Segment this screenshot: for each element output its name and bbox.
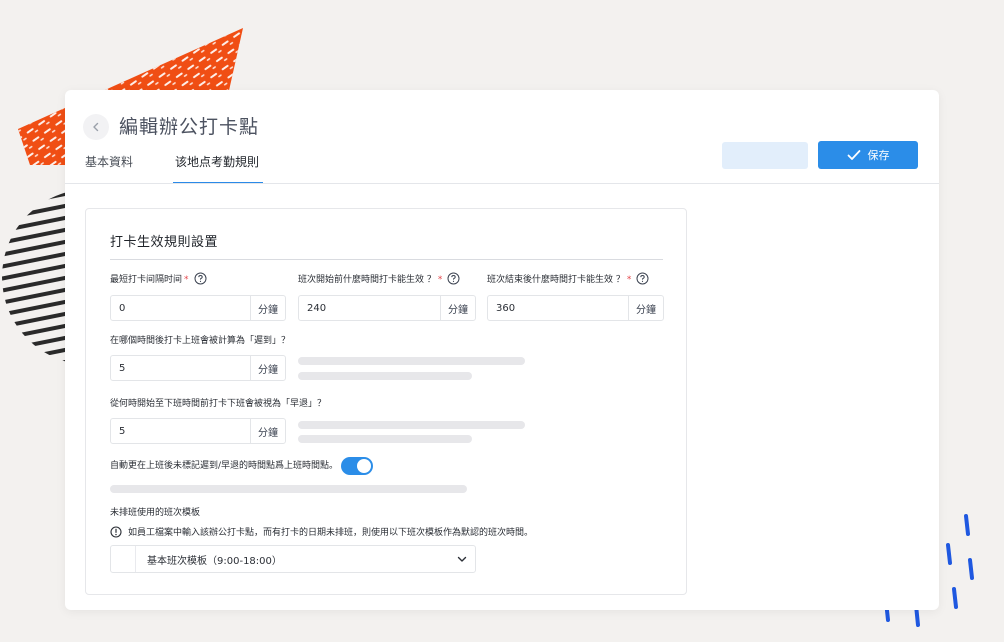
minutes-unit: 分鐘 xyxy=(440,296,475,320)
auto-update-label: 自動更在上班後未標記遲到/早退的時間點爲上班時間點。 xyxy=(110,461,339,471)
secondary-action-button[interactable] xyxy=(722,142,808,169)
minutes-unit: 分鐘 xyxy=(250,356,285,380)
late-after-field: 分鐘 xyxy=(110,355,286,381)
auto-update-toggle[interactable] xyxy=(341,457,373,475)
tab-basic-info[interactable]: 基本資料 xyxy=(85,154,133,182)
loading-placeholder xyxy=(298,421,525,429)
minutes-unit: 分鐘 xyxy=(628,296,663,320)
after-shift-label-text: 班次結束後什麼時間打卡能生效 ？ xyxy=(487,275,625,285)
loading-placeholder xyxy=(298,372,472,380)
required-mark: * xyxy=(184,275,189,285)
after-shift-input[interactable] xyxy=(488,296,628,320)
page-title: 編輯辦公打卡點 xyxy=(119,116,260,138)
help-icon[interactable] xyxy=(447,272,460,285)
tab-attendance-rules[interactable]: 该地点考勤規則 xyxy=(173,154,264,184)
before-shift-input[interactable] xyxy=(299,296,440,320)
header-divider xyxy=(65,183,939,184)
early-leave-input[interactable] xyxy=(111,419,250,443)
min-interval-label-text: 最短打卡间隔时间 xyxy=(110,275,183,285)
edit-checkin-card: 編輯辦公打卡點 基本資料 该地点考勤規則 保存 打卡生效規則設置 最短打卡间隔时… xyxy=(65,90,939,610)
before-shift-label: 班次開始前什麼時間打卡能生效 ？ * xyxy=(298,272,460,286)
template-heading: 未排班使用的班次模板 xyxy=(110,508,201,518)
loading-placeholder xyxy=(298,435,472,443)
after-shift-label: 班次結束後什麼時間打卡能生效 ？ * xyxy=(487,272,649,286)
info-icon xyxy=(110,525,122,538)
before-shift-field: 分鐘 xyxy=(298,295,476,321)
help-icon[interactable] xyxy=(636,272,649,285)
chevron-down-icon xyxy=(449,556,475,563)
checkin-rules-panel: 打卡生效規則設置 最短打卡间隔时间* 分鐘 班次開始前什麼時間打卡能生效 ？* … xyxy=(85,208,687,595)
shift-template-select[interactable]: 基本班次模板（9:00-18:00） xyxy=(110,545,476,573)
chevron-left-icon xyxy=(93,122,99,132)
minutes-unit: 分鐘 xyxy=(250,296,285,320)
save-button-label: 保存 xyxy=(867,149,890,162)
minutes-unit: 分鐘 xyxy=(250,419,285,443)
min-interval-label: 最短打卡间隔时间 * xyxy=(110,272,207,286)
save-button[interactable]: 保存 xyxy=(818,141,918,169)
late-after-input[interactable] xyxy=(111,356,250,380)
check-icon xyxy=(847,150,860,160)
back-button[interactable] xyxy=(83,114,109,140)
late-after-label: 在哪個時間後打卡上班會被計算為「遲到」？ xyxy=(110,336,291,346)
select-prefix xyxy=(111,546,136,572)
required-mark: * xyxy=(626,275,632,285)
early-leave-label: 從何時開始至下班時間前打卡下班會被視為「早退」？ xyxy=(110,399,327,409)
shift-template-value: 基本班次模板（9:00-18:00） xyxy=(147,555,282,567)
min-interval-field: 分鐘 xyxy=(110,295,286,321)
template-info: 如員工檔案中輸入該辦公打卡點，而有打卡的日期未排班，則使用以下班次模板作為默認的… xyxy=(110,525,533,538)
loading-placeholder xyxy=(298,357,525,365)
early-leave-field: 分鐘 xyxy=(110,418,286,444)
template-info-text: 如員工檔案中輸入該辦公打卡點，而有打卡的日期未排班，則使用以下班次模板作為默認的… xyxy=(128,528,534,538)
help-icon[interactable] xyxy=(194,272,207,285)
before-shift-label-text: 班次開始前什麼時間打卡能生效 ？ xyxy=(298,275,436,285)
section-divider xyxy=(110,259,663,260)
min-interval-input[interactable] xyxy=(111,296,250,320)
toggle-knob xyxy=(357,459,371,473)
tab-attendance-rules-label: 该地点考勤規則 xyxy=(175,155,260,169)
required-mark: * xyxy=(437,275,443,285)
section-title: 打卡生效規則設置 xyxy=(110,235,219,250)
after-shift-field: 分鐘 xyxy=(487,295,664,321)
loading-placeholder xyxy=(110,485,467,493)
